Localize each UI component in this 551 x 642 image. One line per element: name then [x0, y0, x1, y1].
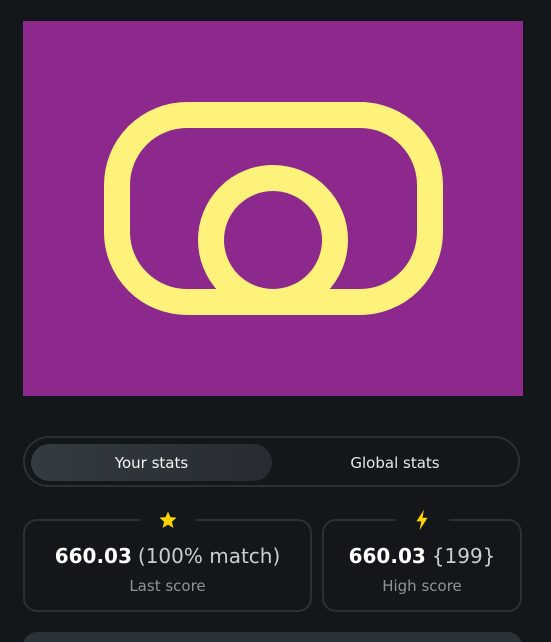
bottom-action-bar[interactable]: [23, 632, 522, 642]
last-score-value: 660.03: [54, 544, 132, 568]
tab-global-stats[interactable]: Global stats: [276, 444, 514, 481]
last-score-match: (100% match): [137, 544, 281, 568]
last-score-value-row: 660.03 (100% match): [25, 543, 310, 569]
last-score-caption: Last score: [129, 577, 206, 595]
tab-your-stats[interactable]: Your stats: [31, 444, 272, 481]
stats-page: Your stats Global stats 660.03 (100% matc…: [0, 0, 551, 642]
high-score-value-row: 660.03 {199}: [324, 543, 520, 569]
high-score-value: 660.03: [348, 544, 426, 568]
high-score-caption: High score: [382, 577, 462, 595]
high-score-badge: [395, 507, 449, 533]
puzzle-artwork: [23, 21, 523, 396]
star-icon: [158, 511, 177, 528]
stats-toggle: Your stats Global stats: [23, 436, 520, 487]
lightning-bolt-icon: [416, 509, 428, 531]
last-score-badge: [140, 507, 195, 533]
camera-outline-icon: [104, 102, 443, 315]
high-score-count: {199}: [431, 544, 496, 568]
high-score-card: 660.03 {199} High score: [322, 507, 522, 612]
last-score-card: 660.03 (100% match) Last score: [23, 507, 312, 612]
